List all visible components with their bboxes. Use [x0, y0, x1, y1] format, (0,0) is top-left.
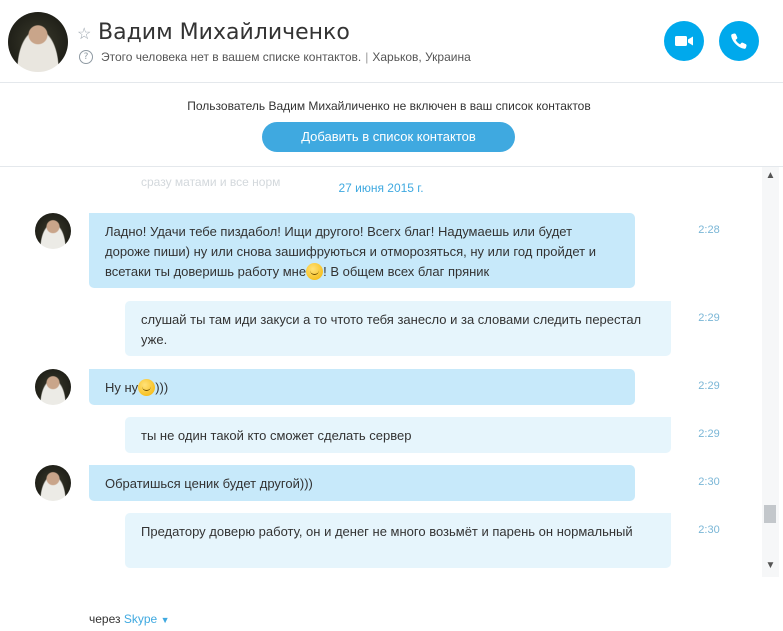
phone-icon — [731, 33, 747, 49]
sender-avatar[interactable] — [35, 465, 71, 501]
video-call-button[interactable] — [664, 21, 704, 61]
message-bubble-incoming[interactable]: Ну ну))) — [89, 369, 635, 405]
message-text: ! В общем всех благ пряник — [323, 264, 490, 279]
message-bubble-outgoing[interactable]: Предатору доверю работу, он и денег не м… — [125, 513, 671, 568]
contact-avatar[interactable] — [8, 12, 68, 72]
sender-avatar[interactable] — [35, 369, 71, 405]
date-divider: 27 июня 2015 г. — [338, 181, 424, 195]
message-timestamp: 2:28 — [698, 224, 720, 236]
message-bubble-incoming[interactable]: Ладно! Удачи тебе пиздабол! Ищи другого!… — [89, 213, 635, 288]
message-timestamp: 2:30 — [698, 524, 720, 536]
chevron-down-icon[interactable]: ▼ — [161, 615, 170, 625]
scroll-down-arrow-icon[interactable]: ▼ — [762, 557, 779, 574]
add-to-contacts-button[interactable]: Добавить в список контактов — [262, 122, 515, 152]
service-name[interactable]: Skype — [124, 612, 157, 626]
contact-status: Этого человека нет в вашем списке контак… — [101, 50, 362, 64]
sender-avatar[interactable] — [35, 213, 71, 249]
contact-name[interactable]: Вадим Михайличенко — [98, 20, 350, 45]
message-text: ты не один такой кто сможет сделать серв… — [141, 428, 412, 443]
separator: | — [365, 50, 369, 64]
notice-text: Пользователь Вадим Михайличенко не включ… — [187, 99, 591, 113]
message-bubble-outgoing[interactable]: слушай ты там иди закуси а то чтото тебя… — [125, 301, 671, 356]
message-timestamp: 2:29 — [698, 312, 720, 324]
chat-history[interactable]: сразу матами и все норм 27 июня 2015 г. … — [0, 167, 762, 587]
favorite-star-icon[interactable]: ☆ — [77, 24, 91, 44]
message-text: Ну ну — [105, 380, 139, 395]
info-icon[interactable]: ? — [79, 50, 93, 64]
message-text: ))) — [155, 380, 169, 395]
message-text: Обратишься ценик будет другой))) — [105, 476, 313, 491]
message-text: слушай ты там иди закуси а то чтото тебя… — [141, 312, 642, 347]
message-bubble-outgoing[interactable]: ты не один такой кто сможет сделать серв… — [125, 417, 671, 453]
contact-subline: Этого человека нет в вашем списке контак… — [101, 50, 471, 64]
scroll-up-arrow-icon[interactable]: ▲ — [762, 167, 779, 184]
message-timestamp: 2:30 — [698, 476, 720, 488]
chat-scrollbar[interactable]: ▲ ▼ — [762, 167, 779, 577]
scrollbar-thumb[interactable] — [764, 505, 776, 523]
video-camera-icon — [675, 36, 693, 46]
message-via-selector[interactable]: через Skype ▼ — [89, 612, 169, 626]
message-bubble-incoming[interactable]: Обратишься ценик будет другой))) — [89, 465, 635, 501]
audio-call-button[interactable] — [719, 21, 759, 61]
smile-emoji-icon — [138, 379, 156, 396]
message-timestamp: 2:29 — [698, 428, 720, 440]
smile-emoji-icon — [306, 263, 324, 280]
conversation-header: ☆ Вадим Михайличенко ? Этого человека не… — [0, 0, 783, 83]
contact-location: Харьков, Украина — [372, 50, 471, 64]
message-text: Предатору доверю работу, он и денег не м… — [141, 524, 633, 539]
message-timestamp: 2:29 — [698, 380, 720, 392]
via-label: через — [89, 612, 121, 626]
